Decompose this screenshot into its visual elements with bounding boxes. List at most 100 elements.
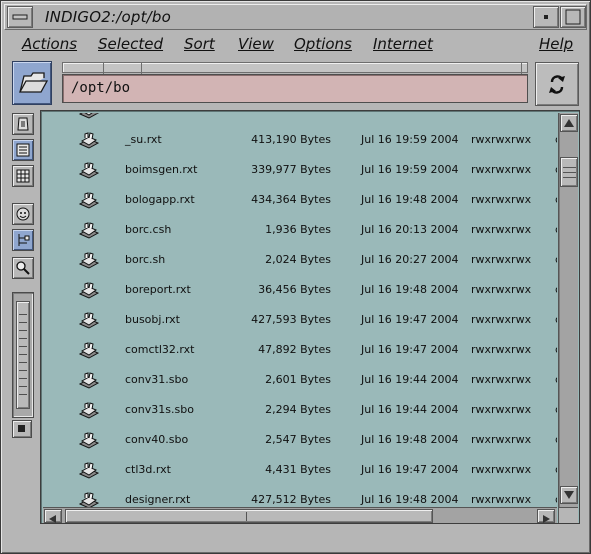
file-icon[interactable] (77, 429, 101, 451)
square-icon (18, 425, 25, 432)
file-icon[interactable] (77, 459, 101, 481)
arrow-right-icon (543, 515, 550, 523)
file-owner-clipped: c (555, 373, 557, 386)
file-row[interactable]: conv40.sbo 2,547 Bytes Jul 16 19:48 2004 rw… (43, 425, 557, 455)
file-icon[interactable] (77, 159, 101, 181)
menu-selected[interactable]: Selected (98, 35, 163, 53)
file-name: conv40.sbo (125, 433, 189, 446)
file-row[interactable]: boimsgen.rxt 339,977 Bytes Jul 16 19:59 20… (43, 155, 557, 185)
file-date: Jul 16 19:47 2004 (361, 463, 459, 476)
view-face-button[interactable] (12, 203, 34, 225)
file-row[interactable]: busobj.rxt 427,593 Bytes Jul 16 19:47 2004… (43, 305, 557, 335)
zoom-slider-thumb[interactable] (16, 301, 30, 409)
vertical-scrollbar[interactable] (558, 113, 578, 507)
file-date: Jul 16 19:48 2004 (361, 193, 459, 206)
path-input[interactable]: /opt/bo (62, 74, 528, 103)
file-date: Jul 16 20:13 2004 (361, 223, 459, 236)
file-icon[interactable] (77, 309, 101, 331)
menu-label: Help (539, 35, 574, 53)
file-owner-clipped: c (555, 433, 557, 446)
file-row[interactable]: boreport.rxt 36,456 Bytes Jul 16 19:48 200… (43, 275, 557, 305)
window-title: INDIGO2:/opt/bo (45, 8, 172, 26)
zoom-slider[interactable] (12, 292, 34, 418)
file-icon[interactable] (77, 489, 101, 507)
grip-line (19, 386, 27, 387)
file-permissions: rwxrwxrwx (471, 313, 532, 326)
file-list[interactable]: _su.rxt 413,190 Bytes Jul 16 19:59 2004 rwx… (40, 110, 580, 524)
file-date: Jul 16 19:59 2004 (361, 163, 459, 176)
view-columns-button[interactable] (12, 165, 34, 187)
vertical-scroll-thumb[interactable] (560, 157, 578, 187)
menu-label: Sort (184, 35, 215, 53)
menu-options[interactable]: Options (294, 35, 352, 53)
file-permissions: rwxrwxrwx (471, 403, 532, 416)
scroll-up-button[interactable] (560, 114, 578, 132)
file-row[interactable]: _su.rxt 413,190 Bytes Jul 16 19:59 2004 rwx… (43, 125, 557, 155)
file-row[interactable]: borc.csh 1,936 Bytes Jul 16 20:13 2004 rwxr… (43, 215, 557, 245)
file-size: 2,294 Bytes (265, 403, 331, 416)
arrow-down-icon (564, 491, 574, 499)
menu-internet[interactable]: Internet (373, 35, 433, 53)
refresh-button[interactable] (535, 62, 579, 106)
file-row[interactable]: borc.sh 2,024 Bytes Jul 16 20:27 2004 rwxrw… (43, 245, 557, 275)
minimize-button[interactable] (533, 6, 559, 28)
face-icon (16, 207, 30, 221)
file-row[interactable]: ctl3d.rxt 4,431 Bytes Jul 16 19:47 2004 rwx… (43, 455, 557, 485)
horizontal-scroll-thumb[interactable] (65, 509, 433, 523)
window-menu-button[interactable] (7, 6, 33, 28)
scroll-left-button[interactable] (44, 509, 62, 523)
find-button[interactable] (12, 257, 34, 279)
file-row[interactable]: designer.rxt 427,512 Bytes Jul 16 19:48 20… (43, 485, 557, 507)
tree-icon (18, 234, 30, 246)
file-icon[interactable] (77, 129, 101, 151)
horizontal-scrollbar[interactable] (43, 507, 557, 523)
open-folder-icon (18, 72, 49, 93)
file-owner-clipped: c (555, 253, 557, 266)
view-tree-button[interactable] (12, 229, 34, 251)
zoom-close-button[interactable] (12, 420, 32, 438)
menu-help[interactable]: Help (539, 35, 573, 53)
path-ruler[interactable] (62, 62, 528, 74)
file-permissions: rwxrwxrwx (471, 493, 532, 506)
maximize-button[interactable] (560, 6, 586, 28)
file-size: 47,892 Bytes (258, 343, 331, 356)
file-size: 413,190 Bytes (251, 133, 331, 146)
menu-actions[interactable]: Actions (22, 35, 77, 53)
file-icon[interactable] (77, 219, 101, 241)
scroll-right-button[interactable] (537, 509, 555, 523)
file-icon[interactable] (77, 399, 101, 421)
menu-view[interactable]: View (238, 35, 274, 53)
file-owner-clipped: c (555, 283, 557, 296)
view-icons-button[interactable] (12, 113, 34, 135)
file-icon[interactable] (77, 189, 101, 211)
scroll-corner (558, 507, 578, 523)
view-list-button[interactable] (12, 139, 34, 161)
file-icon[interactable] (77, 279, 101, 301)
file-size: 427,593 Bytes (251, 313, 331, 326)
maximize-icon (565, 9, 581, 25)
file-name: _su.rxt (125, 133, 162, 146)
scroll-down-button[interactable] (560, 486, 578, 504)
icon-view-icon (17, 117, 29, 131)
ruler-tick (141, 63, 142, 74)
open-folder-button[interactable] (12, 61, 52, 105)
file-row[interactable]: comctl32.rxt 47,892 Bytes Jul 16 19:47 200… (43, 335, 557, 365)
grip-line (19, 346, 27, 347)
file-name: boimsgen.rxt (125, 163, 198, 176)
minimize-icon (544, 15, 548, 19)
file-owner-clipped: c (555, 493, 557, 506)
file-row[interactable]: conv31.sbo 2,601 Bytes Jul 16 19:44 2004 rw… (43, 365, 557, 395)
file-row[interactable]: bologapp.rxt 434,364 Bytes Jul 16 19:48 20… (43, 185, 557, 215)
file-icon[interactable] (77, 113, 101, 121)
file-row[interactable]: conv31s.sbo 2,294 Bytes Jul 16 19:44 2004 r… (43, 395, 557, 425)
menu-sort[interactable]: Sort (184, 35, 215, 53)
file-icon[interactable] (77, 249, 101, 271)
title-bar[interactable]: INDIGO2:/opt/bo (4, 4, 587, 30)
file-icon[interactable] (77, 369, 101, 391)
file-owner-clipped: c (555, 463, 557, 476)
file-row[interactable] (43, 113, 557, 125)
list-view-icon (16, 143, 30, 157)
magnifier-icon (16, 261, 30, 275)
file-icon[interactable] (77, 339, 101, 361)
file-name: borc.sh (125, 253, 166, 266)
